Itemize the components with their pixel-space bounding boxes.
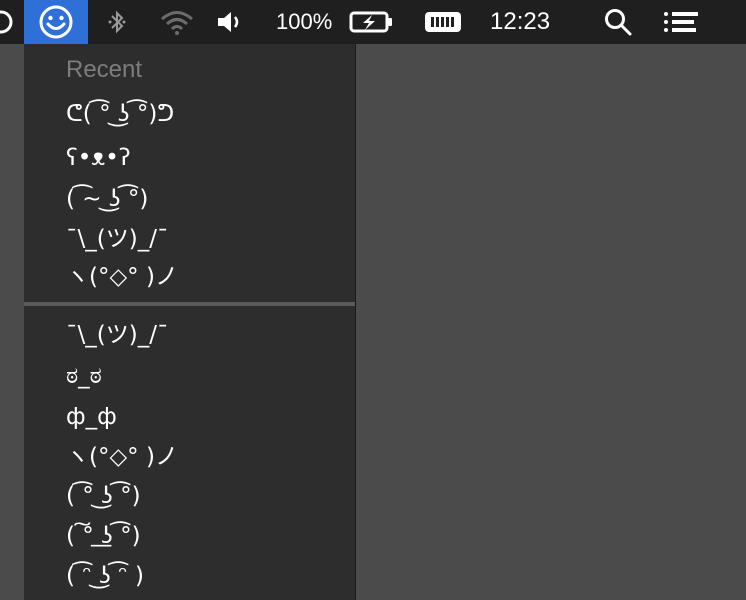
magnifier-icon <box>605 9 632 36</box>
emoticon-dropdown-menu: Recent ᕦ( ͡° ͜ʖ ͡°)ᕤ ʕ•ᴥ•ʔ ( ͡~ ͜ʖ ͡°) ¯… <box>24 44 356 600</box>
recent-heading: Recent <box>66 56 143 83</box>
menu-separator <box>24 302 355 306</box>
recent-item-4[interactable]: ¯\_(ツ)_/¯ <box>66 221 168 257</box>
clock[interactable]: 12:23 <box>490 0 566 44</box>
emoticon-item-4[interactable]: ヽ(°◇° )ノ <box>66 439 178 475</box>
bluetooth-status[interactable] <box>104 0 130 44</box>
emoticon-item-7[interactable]: ( ͡ᵔ ͜ʖ ͡ᵔ ) <box>66 558 144 594</box>
list-icon <box>664 12 698 32</box>
notification-center-button[interactable] <box>660 0 702 44</box>
recent-item-1[interactable]: ᕦ( ͡° ͜ʖ ͡°)ᕤ <box>66 96 174 132</box>
battery-charging-icon <box>349 11 392 33</box>
keyboard-icon <box>425 12 461 32</box>
emoticon-item-1[interactable]: ¯\_(ツ)_/¯ <box>66 317 168 353</box>
speaker-icon <box>218 12 239 32</box>
battery-status[interactable] <box>348 0 396 44</box>
volume-control[interactable] <box>214 0 246 44</box>
recent-item-5[interactable]: ヽ(°◇° )ノ <box>66 259 178 295</box>
recent-item-2[interactable]: ʕ•ᴥ•ʔ <box>66 140 131 176</box>
battery-percentage[interactable]: 100% <box>276 0 346 44</box>
circle-icon <box>0 10 13 34</box>
emoticon-item-6[interactable]: ( ͠° ͟ʖ ͡°) <box>66 518 141 554</box>
recent-item-3[interactable]: ( ͡~ ͜ʖ ͡°) <box>66 181 148 217</box>
wifi-status[interactable] <box>156 0 198 44</box>
emoticon-item-2[interactable]: ಠ_ಠ <box>66 358 102 394</box>
spotlight-button[interactable] <box>600 0 636 44</box>
partial-status-item[interactable] <box>0 0 16 44</box>
emoticon-item-5[interactable]: ( ͡° ͜ʖ ͡°) <box>66 478 141 514</box>
bluetooth-icon <box>108 10 126 34</box>
emoticon-item-3[interactable]: ф_ф <box>66 399 117 435</box>
menu-bar: 100% 12:23 <box>0 0 746 44</box>
emoticon-menu-button[interactable] <box>24 0 88 44</box>
input-source[interactable] <box>422 0 464 44</box>
wifi-icon <box>161 11 193 35</box>
smiley-face-icon <box>39 5 73 39</box>
